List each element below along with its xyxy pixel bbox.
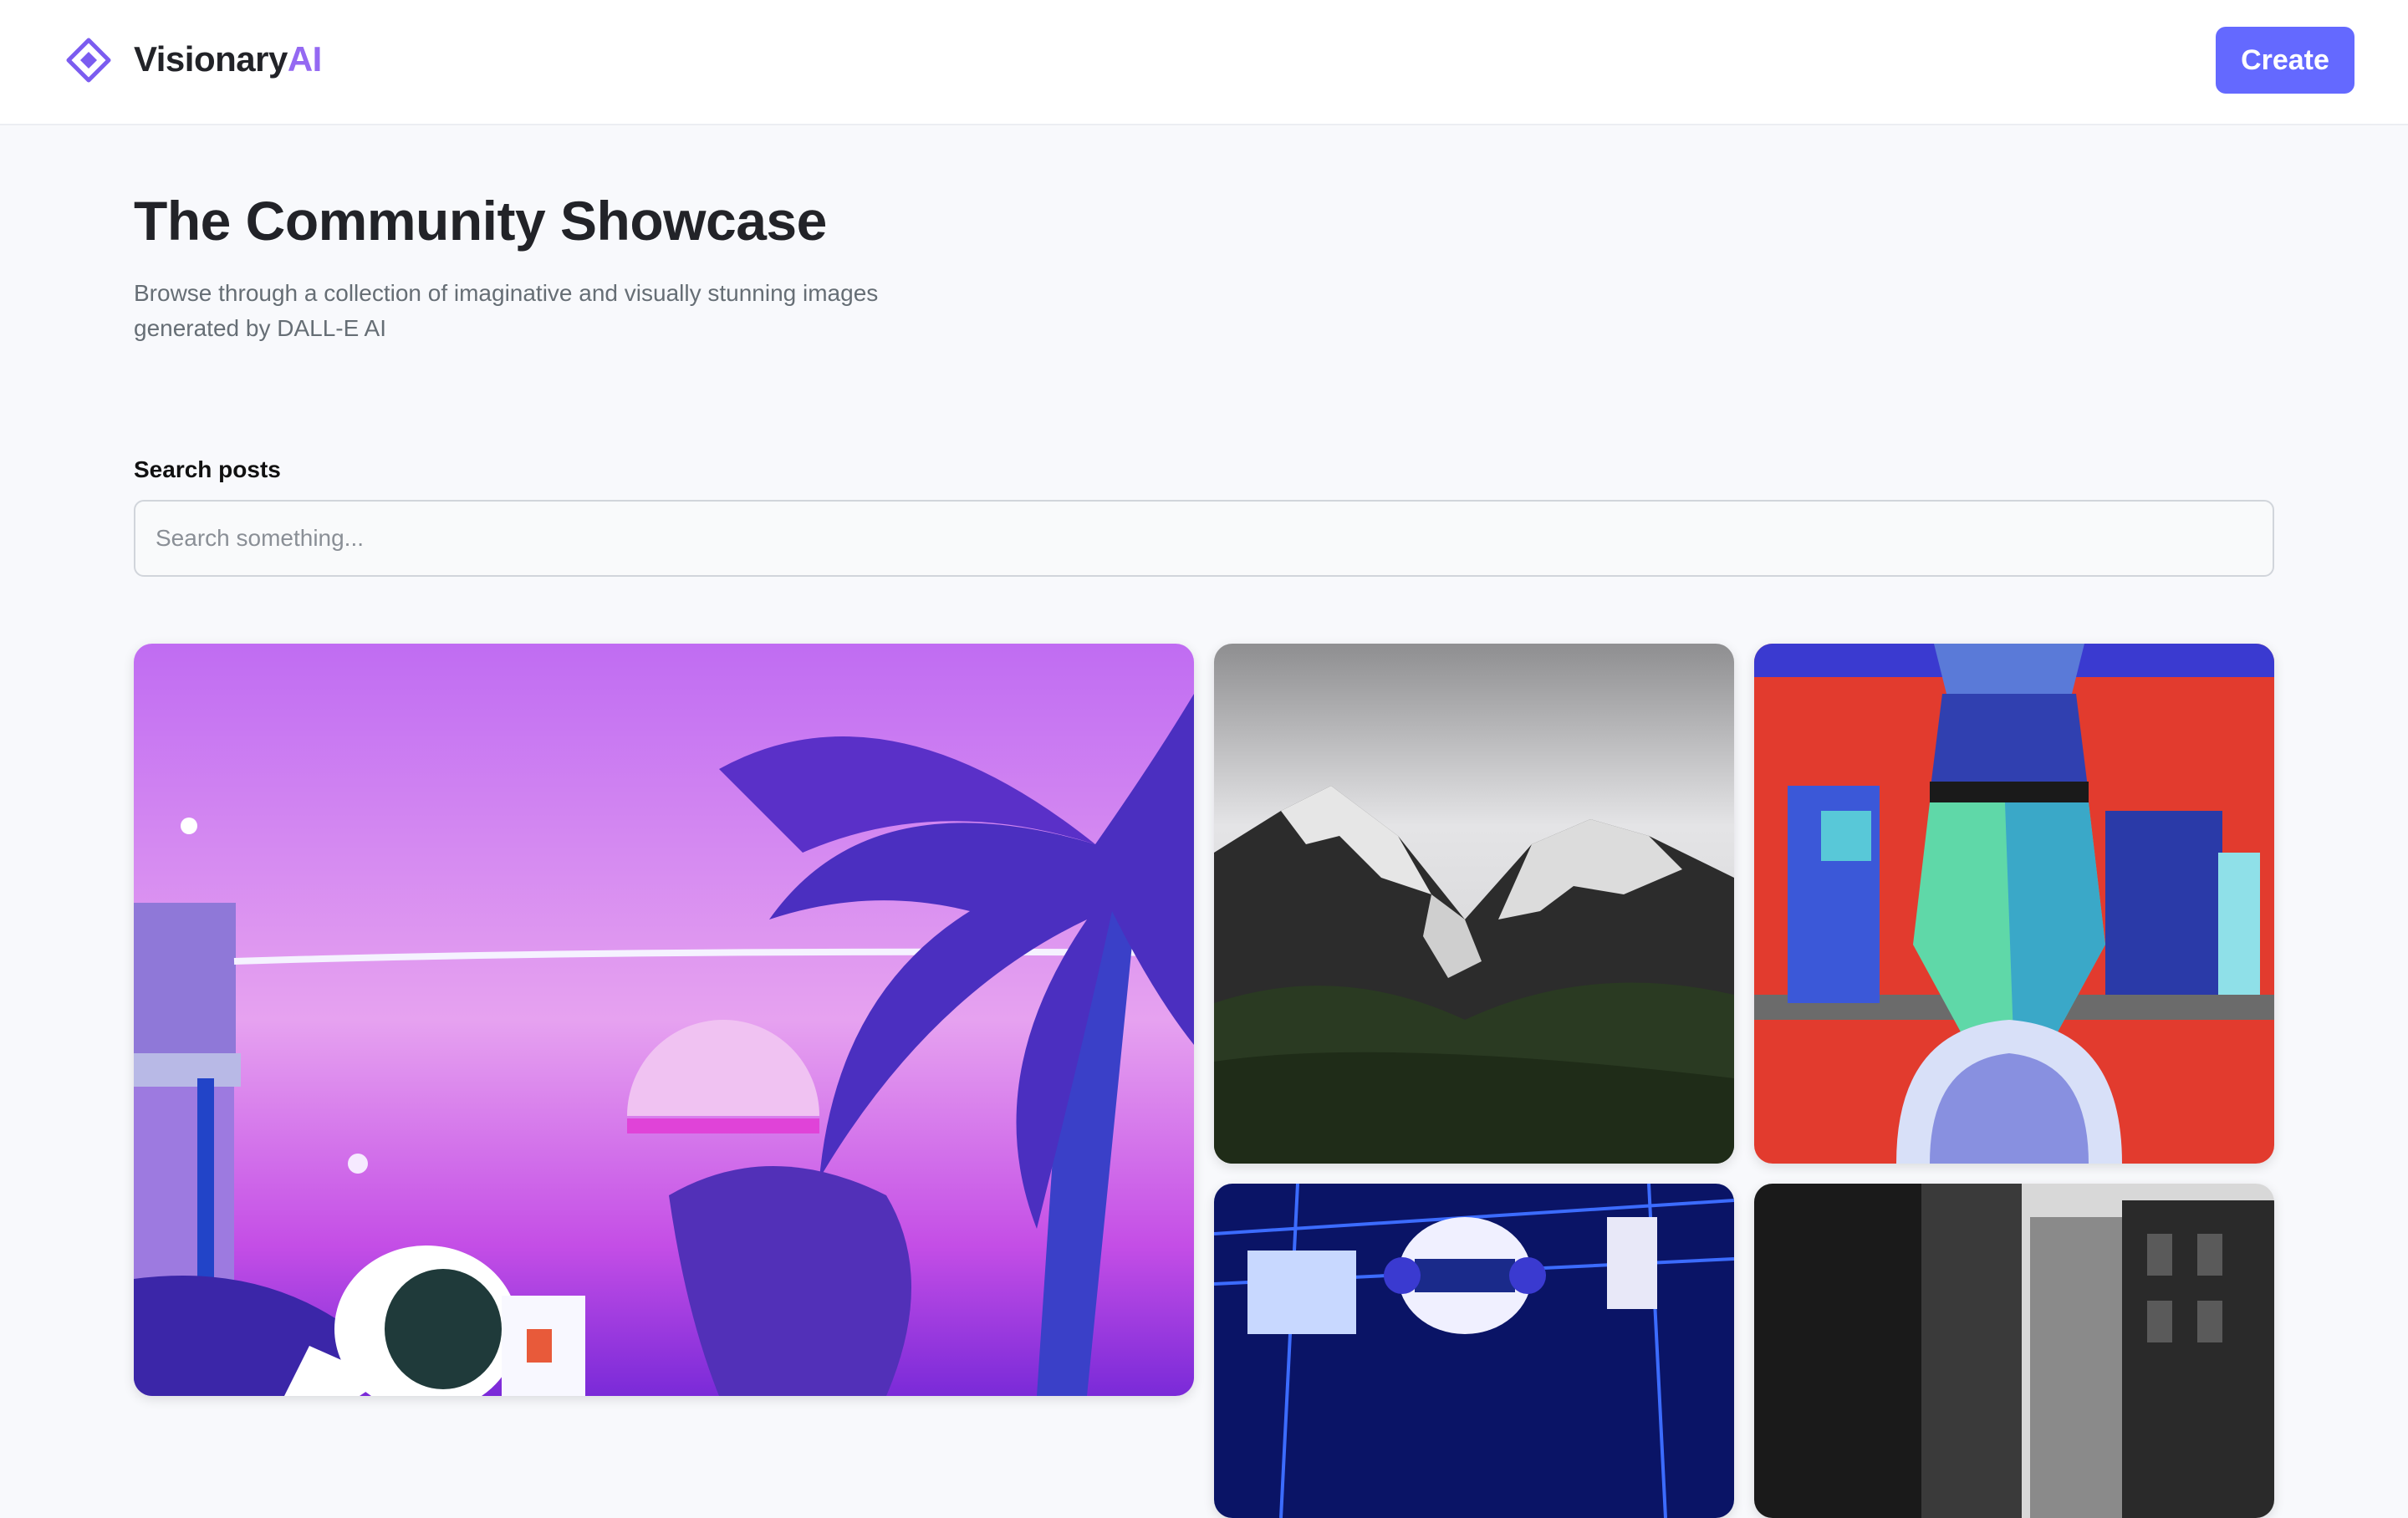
robot-dj-image <box>1214 1184 1734 1518</box>
search-label: Search posts <box>134 456 281 482</box>
diamond-logo-icon[interactable] <box>65 37 112 84</box>
gallery-card-robot-dj[interactable] <box>1214 1184 1734 1518</box>
create-button[interactable]: Create <box>2216 27 2354 94</box>
page-subtitle: Browse through a collection of imaginati… <box>134 280 879 341</box>
gallery-card-astronaut[interactable] <box>134 644 1194 1396</box>
brand-name: Visionary <box>134 39 288 79</box>
mountains-image <box>1214 644 1734 1164</box>
robot-lab-image <box>1754 644 2274 1164</box>
gallery-card-robot-lab[interactable] <box>1754 644 2274 1164</box>
page-title: The Community Showcase <box>134 190 827 252</box>
search-input[interactable] <box>134 500 2274 577</box>
brand-suffix: AI <box>287 39 323 79</box>
gallery-card-city-street[interactable] <box>1754 1184 2274 1518</box>
top-navbar: VisionaryAI Create <box>0 0 2408 125</box>
gallery-card-mountains[interactable] <box>1214 644 1734 1164</box>
city-street-image <box>1754 1184 2274 1518</box>
astronaut-synthwave-image <box>134 644 1194 1396</box>
brand-logo-text[interactable]: VisionaryAI <box>134 37 322 82</box>
